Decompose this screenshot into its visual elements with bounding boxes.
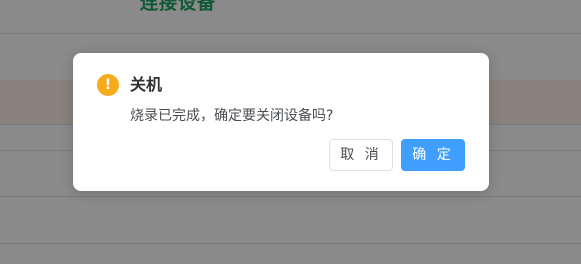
warning-icon: ! bbox=[97, 74, 119, 96]
dialog-message: 烧录已完成，确定要关闭设备吗? bbox=[130, 108, 334, 124]
confirm-button[interactable]: 确 定 bbox=[401, 139, 465, 171]
dialog-title: 关机 bbox=[130, 75, 163, 94]
cancel-button[interactable]: 取 消 bbox=[329, 139, 393, 171]
shutdown-confirm-dialog: ! 关机 烧录已完成，确定要关闭设备吗? 取 消 确 定 bbox=[73, 53, 489, 191]
